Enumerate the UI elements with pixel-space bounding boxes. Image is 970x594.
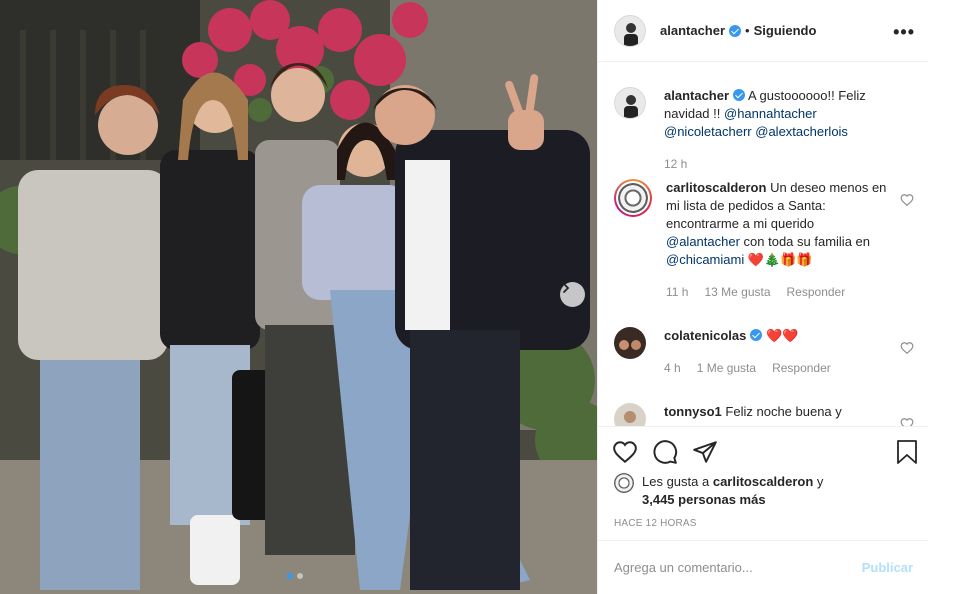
mention-link[interactable]: @chicamiami xyxy=(666,252,744,267)
add-comment-bar: Publicar xyxy=(598,540,929,594)
caption: alantacher A gustoooooo!! Feliz navidad … xyxy=(614,87,914,173)
carousel-dot xyxy=(297,573,303,579)
comment-body: carlitoscalderon Un deseo menos en mi li… xyxy=(666,179,888,301)
likes-count[interactable]: 3,445 personas más xyxy=(642,492,766,507)
likes-prefix: Les gusta a xyxy=(642,474,710,489)
commenter-avatar[interactable] xyxy=(614,403,646,426)
page-margin xyxy=(928,0,970,594)
comment-body: tonnyso1 Feliz noche buena y xyxy=(664,403,886,426)
likes-conjunction: y xyxy=(816,474,824,489)
mention-link[interactable]: @alextacherlois xyxy=(755,124,848,139)
caption-time[interactable]: 12 h xyxy=(664,155,687,173)
likes-summary: Les gusta a carlitoscalderon y 3,445 per… xyxy=(614,473,823,509)
comments-list[interactable]: alantacher A gustoooooo!! Feliz navidad … xyxy=(598,63,929,426)
post-timestamp[interactable]: HACE 12 HORAS xyxy=(614,518,697,529)
verified-badge-icon xyxy=(729,24,742,37)
reply-button[interactable]: Responder xyxy=(772,359,831,377)
avatar-image xyxy=(614,327,646,359)
post-header: alantacher • Siguiendo ••• xyxy=(598,0,929,62)
caption-body: alantacher A gustoooooo!! Feliz navidad … xyxy=(664,87,886,173)
caption-meta: 12 h xyxy=(664,155,886,173)
avatar-image xyxy=(615,88,645,118)
post-actions: Les gusta a carlitoscalderon y 3,445 per… xyxy=(598,426,929,548)
mention-link[interactable]: @nicoletacherr xyxy=(664,124,752,139)
comment-item: carlitoscalderon Un deseo menos en mi li… xyxy=(614,179,914,301)
post-details-panel: alantacher • Siguiendo ••• alantacher A … xyxy=(597,0,929,594)
comment-text: con toda su familia en xyxy=(743,234,870,249)
bookmark-icon[interactable] xyxy=(895,439,919,465)
carousel-dot-active xyxy=(287,573,293,579)
comment-username[interactable]: tonnyso1 xyxy=(664,404,722,419)
photo-illustration xyxy=(0,0,597,594)
publish-button[interactable]: Publicar xyxy=(862,560,913,575)
comment-icon[interactable] xyxy=(652,439,678,465)
comment-input[interactable] xyxy=(614,560,862,575)
commenter-avatar[interactable] xyxy=(614,179,652,217)
comment-likes-count[interactable]: 1 Me gusta xyxy=(697,359,756,377)
comment-meta: 4 h 1 Me gusta Responder xyxy=(664,359,886,377)
reply-button[interactable]: Responder xyxy=(787,283,846,301)
comment-time[interactable]: 11 h xyxy=(666,283,688,301)
verified-badge-icon xyxy=(750,329,763,341)
more-options-icon[interactable]: ••• xyxy=(893,22,915,43)
heart-outline-icon[interactable] xyxy=(900,193,914,207)
comment-username[interactable]: carlitoscalderon xyxy=(666,180,766,195)
liker-avatar[interactable] xyxy=(614,473,634,493)
next-photo-button[interactable] xyxy=(560,282,585,307)
comment-body: colatenicolas ❤️❤️ 4 h 1 Me gusta Respon… xyxy=(664,327,886,377)
share-icon[interactable] xyxy=(692,439,718,465)
mention-link[interactable]: @hannahtacher xyxy=(724,106,817,121)
carousel-indicator xyxy=(287,573,303,579)
post-photo[interactable] xyxy=(0,0,597,594)
heart-outline-icon[interactable] xyxy=(900,341,914,355)
mention-link[interactable]: @alantacher xyxy=(666,234,740,249)
liker-username[interactable]: carlitoscalderon xyxy=(713,474,813,489)
author-username[interactable]: alantacher xyxy=(660,23,725,38)
comment-emoji: ❤️🎄🎁🎁 xyxy=(747,252,813,267)
caption-avatar[interactable] xyxy=(614,87,646,119)
comment-item: tonnyso1 Feliz noche buena y xyxy=(614,403,914,426)
heart-icon[interactable] xyxy=(612,439,638,465)
commenter-avatar[interactable] xyxy=(614,327,646,359)
verified-badge-icon xyxy=(733,89,746,101)
header-separator: • xyxy=(745,23,750,38)
following-button[interactable]: Siguiendo xyxy=(754,23,817,38)
comment-text: Feliz noche buena y xyxy=(725,404,842,419)
avatar-image xyxy=(615,15,645,46)
comment-time[interactable]: 4 h xyxy=(664,359,681,377)
action-buttons xyxy=(612,439,718,465)
comment-emoji: ❤️❤️ xyxy=(766,328,799,343)
comment-meta: 11 h 13 Me gusta Responder xyxy=(666,283,888,301)
author-avatar[interactable] xyxy=(614,14,646,47)
heart-outline-icon[interactable] xyxy=(900,417,914,426)
caption-username[interactable]: alantacher xyxy=(664,88,729,103)
comment-item: colatenicolas ❤️❤️ 4 h 1 Me gusta Respon… xyxy=(614,327,914,377)
avatar-image xyxy=(614,403,646,426)
comment-username[interactable]: colatenicolas xyxy=(664,328,746,343)
chevron-right-icon xyxy=(563,283,570,293)
comment-likes-count[interactable]: 13 Me gusta xyxy=(704,283,770,301)
